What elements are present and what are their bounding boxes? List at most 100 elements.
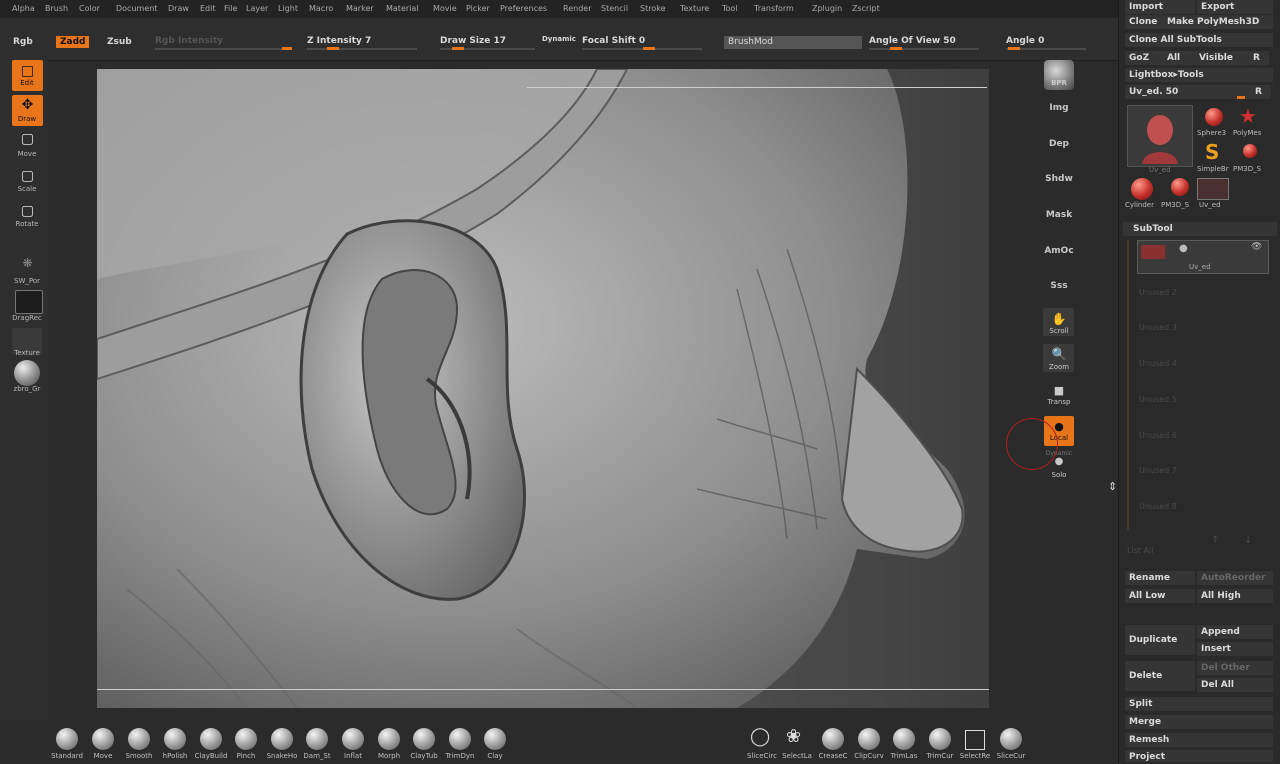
all-low-button[interactable]: All Low — [1125, 589, 1195, 603]
arrow-up-icon[interactable]: ↑ — [1211, 535, 1219, 546]
menu-light[interactable]: Light — [278, 4, 298, 13]
angle-slider[interactable]: Angle 0 — [1006, 36, 1044, 46]
subtool-scrollbar[interactable] — [1127, 240, 1129, 530]
z-intensity-slider[interactable]: Z Intensity 7 — [307, 36, 371, 46]
amoc-toggle[interactable]: AmOc — [1040, 246, 1078, 256]
brush-hpolish-icon[interactable] — [164, 728, 186, 750]
cylinder-tool-icon[interactable] — [1131, 178, 1153, 200]
draw-size-slider[interactable]: Draw Size 17 — [440, 36, 506, 46]
r-button[interactable]: R — [1249, 51, 1269, 65]
pm3d-tool-icon[interactable] — [1243, 144, 1257, 158]
arrow-down-icon[interactable]: ↓ — [1244, 535, 1252, 546]
tool-size-slider[interactable]: Uv_ed. 50 — [1125, 85, 1253, 99]
zsub-toggle[interactable]: Zsub — [107, 37, 132, 47]
rename-button[interactable]: Rename — [1125, 571, 1195, 585]
split-button[interactable]: Split — [1125, 697, 1273, 711]
delete-button[interactable]: Delete — [1125, 661, 1195, 691]
autoreorder-button[interactable]: AutoReorder — [1197, 571, 1273, 585]
remesh-button[interactable]: Remesh — [1125, 733, 1273, 747]
menu-stroke[interactable]: Stroke — [640, 4, 666, 13]
menu-draw[interactable]: Draw — [168, 4, 189, 13]
menu-alpha[interactable]: Alpha — [12, 4, 35, 13]
viewport-canvas[interactable] — [97, 69, 989, 708]
make-polymesh-button[interactable]: Make PolyMesh3D — [1163, 15, 1273, 29]
all-high-button[interactable]: All High — [1197, 589, 1273, 603]
menu-zplugin[interactable]: Zplugin — [812, 4, 842, 13]
menu-file[interactable]: File — [224, 4, 237, 13]
eye-icon[interactable]: 👁 — [1251, 242, 1262, 252]
append-button[interactable]: Append — [1197, 625, 1273, 639]
focal-shift-slider[interactable]: Focal Shift 0 — [582, 36, 645, 46]
pm3d-tool-icon[interactable] — [1171, 178, 1189, 196]
move-icon[interactable]: ▢ — [12, 131, 43, 147]
brush-snakehook-icon[interactable] — [271, 728, 293, 750]
menu-tool[interactable]: Tool — [722, 4, 738, 13]
transp-icon[interactable]: ■ — [1040, 384, 1078, 397]
list-all-button[interactable]: List All — [1127, 546, 1153, 555]
all-button[interactable]: All — [1163, 51, 1197, 65]
current-tool-thumbnail[interactable] — [1127, 105, 1193, 167]
brush-trimdynamic-icon[interactable] — [449, 728, 471, 750]
duplicate-button[interactable]: Duplicate — [1125, 625, 1195, 655]
menu-material[interactable]: Material — [386, 4, 419, 13]
menu-edit[interactable]: Edit — [200, 4, 216, 13]
polymesh-star-icon[interactable]: ★ — [1239, 104, 1257, 128]
menu-picker[interactable]: Picker — [466, 4, 490, 13]
trimcurve-icon[interactable] — [929, 728, 951, 750]
menu-movie[interactable]: Movie — [433, 4, 457, 13]
clipcurve-icon[interactable] — [858, 728, 880, 750]
lightbox-tools-button[interactable]: Lightbox▸Tools — [1125, 68, 1273, 82]
export-button[interactable]: Export — [1197, 0, 1273, 14]
menu-preferences[interactable]: Preferences — [500, 4, 547, 13]
brush-pinch-icon[interactable] — [235, 728, 257, 750]
merge-button[interactable]: Merge — [1125, 715, 1273, 729]
rotate-icon[interactable]: ▢ — [12, 203, 43, 219]
sss-toggle[interactable]: Sss — [1040, 281, 1078, 291]
menu-macro[interactable]: Macro — [309, 4, 333, 13]
scale-icon[interactable]: ▢ — [12, 168, 43, 184]
simplebrush-icon[interactable]: S — [1205, 140, 1219, 164]
spray-stroke-icon[interactable]: ❋ — [12, 256, 43, 270]
sphere3d-tool-icon[interactable] — [1205, 108, 1223, 126]
visibility-icon[interactable]: ● — [1179, 243, 1188, 254]
brush-move-icon[interactable] — [92, 728, 114, 750]
goz-button[interactable]: GoZ — [1125, 51, 1165, 65]
brush-standard-icon[interactable] — [56, 728, 78, 750]
brush-claytubes-icon[interactable] — [413, 728, 435, 750]
mask-toggle[interactable]: Mask — [1040, 210, 1078, 220]
dragrect-stroke-button[interactable] — [15, 290, 43, 314]
brushmod-slider[interactable]: BrushMod — [724, 36, 862, 49]
del-other-button[interactable]: Del Other — [1197, 661, 1273, 675]
menu-document[interactable]: Document — [116, 4, 157, 13]
menu-render[interactable]: Render — [563, 4, 591, 13]
insert-button[interactable]: Insert — [1197, 642, 1273, 656]
brush-claybuildup-icon[interactable] — [200, 728, 222, 750]
import-button[interactable]: Import — [1125, 0, 1195, 14]
uved-tool-icon[interactable] — [1197, 178, 1229, 200]
zadd-toggle[interactable]: Zadd — [56, 36, 90, 48]
menu-layer[interactable]: Layer — [246, 4, 268, 13]
menu-transform[interactable]: Transform — [754, 4, 794, 13]
shdw-toggle[interactable]: Shdw — [1040, 174, 1078, 184]
project-button[interactable]: Project — [1125, 750, 1273, 762]
brush-inflat-icon[interactable] — [342, 728, 364, 750]
brush-smooth-icon[interactable] — [128, 728, 150, 750]
rgb-toggle[interactable]: Rgb — [13, 37, 33, 47]
material-button[interactable] — [14, 360, 40, 386]
visible-button[interactable]: Visible — [1195, 51, 1249, 65]
creasecurve-icon[interactable] — [822, 728, 844, 750]
brush-damstandard-icon[interactable] — [306, 728, 328, 750]
clone-button[interactable]: Clone — [1125, 15, 1163, 29]
img-toggle[interactable]: Img — [1040, 103, 1078, 113]
dynamic-toggle[interactable]: Dynamic — [542, 35, 576, 43]
brush-clay-icon[interactable] — [484, 728, 506, 750]
del-all-button[interactable]: Del All — [1197, 678, 1273, 692]
menu-brush[interactable]: Brush — [45, 4, 68, 13]
brush-morph-icon[interactable] — [378, 728, 400, 750]
slicecurve-icon[interactable] — [1000, 728, 1022, 750]
rgb-intensity-slider[interactable]: Rgb Intensity — [155, 36, 223, 46]
angle-of-view-slider[interactable]: Angle Of View 50 — [869, 36, 956, 46]
slicecirc-icon[interactable]: ◯ — [750, 726, 770, 747]
menu-color[interactable]: Color — [79, 4, 100, 13]
menu-zscript[interactable]: Zscript — [852, 4, 880, 13]
